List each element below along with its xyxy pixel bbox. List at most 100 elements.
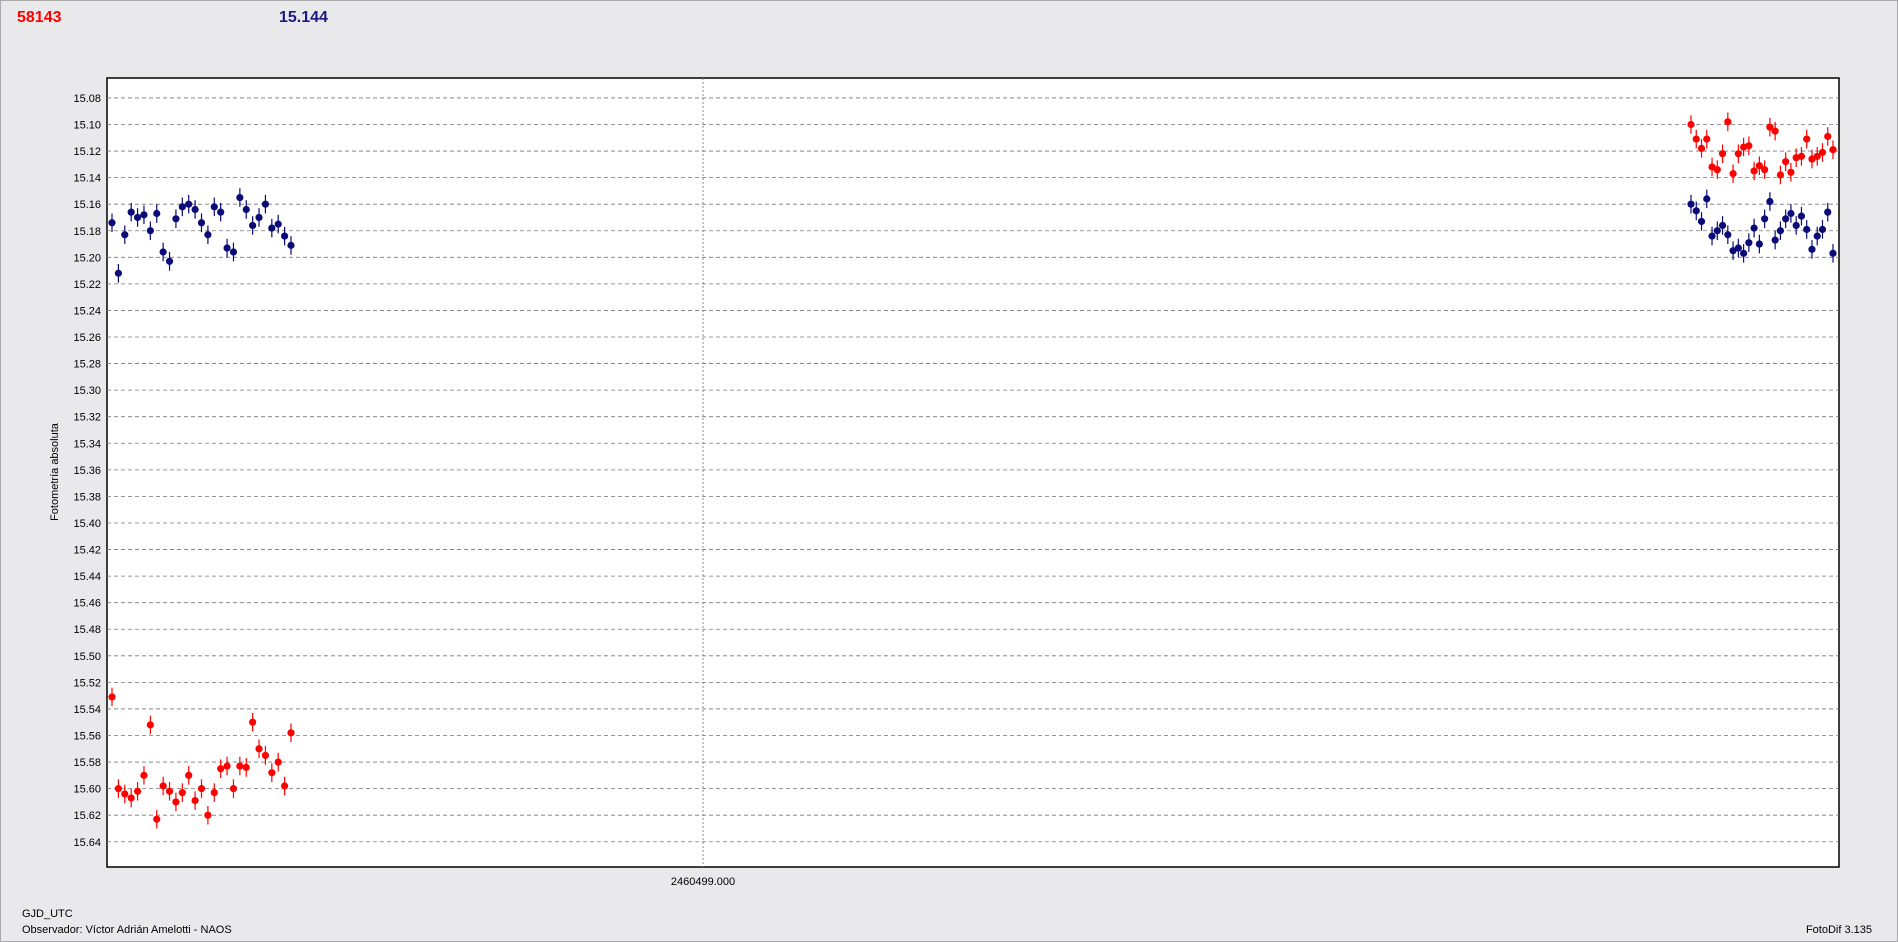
data-point (127, 794, 135, 802)
data-point (1813, 232, 1821, 240)
data-point (172, 215, 180, 223)
data-point (1782, 215, 1790, 223)
y-tick-label: 15.14 (73, 173, 101, 185)
data-point (223, 762, 231, 770)
data-point (133, 787, 142, 795)
data-point (1729, 170, 1737, 178)
y-axis-label: Fotometría absoluta (49, 422, 61, 521)
data-point (1703, 195, 1711, 203)
data-point (133, 213, 142, 222)
y-tick-label: 15.18 (73, 226, 101, 238)
x-axis-name: GJD_UTC (22, 908, 73, 920)
data-point (185, 200, 193, 208)
data-point (172, 798, 180, 806)
data-point (1787, 168, 1795, 176)
data-point (140, 771, 148, 779)
data-point (140, 211, 148, 219)
y-tick-label: 15.46 (73, 598, 101, 610)
data-point (210, 203, 218, 211)
data-point (1703, 135, 1711, 143)
data-point (1808, 245, 1816, 253)
data-point (1713, 227, 1721, 235)
data-point (1824, 132, 1832, 141)
data-point (114, 269, 122, 277)
data-point (1761, 166, 1769, 174)
data-point (1687, 120, 1695, 129)
y-tick-label: 15.08 (73, 93, 101, 105)
data-point (185, 771, 193, 779)
data-point (1708, 232, 1716, 240)
data-point (191, 205, 199, 214)
data-point (121, 790, 129, 798)
data-point (1803, 225, 1811, 234)
data-point (217, 208, 225, 216)
data-point (1771, 127, 1779, 135)
data-point (159, 248, 167, 256)
data-point (249, 221, 257, 230)
data-point (191, 796, 199, 805)
data-point (1750, 167, 1758, 175)
y-tick-label: 15.62 (73, 810, 101, 822)
y-tick-label: 15.36 (73, 465, 101, 477)
data-point (249, 718, 257, 726)
data-point (287, 241, 295, 249)
y-tick-label: 15.54 (73, 704, 101, 716)
data-point (281, 232, 289, 240)
y-tick-label: 15.10 (73, 119, 101, 131)
data-point (146, 227, 154, 235)
data-point (229, 248, 238, 256)
data-point (1713, 166, 1721, 174)
data-point (1734, 244, 1742, 252)
y-tick-label: 15.16 (73, 199, 101, 211)
data-point (217, 765, 225, 773)
data-point (236, 193, 244, 202)
data-point (242, 205, 250, 214)
y-tick-label: 15.40 (73, 518, 101, 530)
data-point (114, 785, 122, 793)
data-point (1734, 150, 1742, 158)
data-point (255, 745, 263, 753)
data-point (159, 782, 167, 790)
data-point (261, 200, 270, 208)
light-curve-chart: 15.08 15.10 15.12 15.14 15.16 15.18 15.20 15.22… (49, 77, 1840, 888)
data-point (121, 231, 129, 239)
y-tick-label: 15.60 (73, 784, 101, 796)
software-version: FotoDif 3.135 (1805, 924, 1872, 936)
data-point (1697, 217, 1706, 226)
data-point (108, 693, 116, 701)
data-point (204, 231, 212, 239)
plot-area (106, 77, 1840, 868)
data-point (165, 787, 174, 795)
data-point (229, 785, 238, 793)
y-tick-label: 15.52 (73, 677, 101, 689)
y-tick-label: 15.64 (73, 837, 101, 849)
data-point (197, 785, 206, 793)
y-tick-label: 15.48 (73, 624, 101, 636)
data-point (1718, 150, 1727, 158)
data-point (242, 763, 250, 771)
y-tick-label: 15.12 (73, 146, 101, 158)
data-point (1718, 221, 1727, 230)
data-point (153, 209, 161, 218)
data-point (236, 762, 244, 770)
y-tick-label: 15.50 (73, 651, 101, 663)
data-point (165, 257, 174, 265)
data-point (1692, 135, 1700, 143)
data-point (1776, 171, 1785, 179)
data-point (1829, 146, 1837, 154)
data-point (268, 224, 276, 232)
data-point (1787, 209, 1795, 218)
data-point (1797, 212, 1806, 220)
data-point (1745, 239, 1753, 247)
data-point (223, 244, 231, 252)
y-tick-label: 15.38 (73, 491, 101, 503)
data-point (1818, 148, 1827, 156)
data-point (1797, 152, 1806, 160)
data-point (261, 751, 270, 760)
data-point (1829, 249, 1837, 257)
data-point (1782, 158, 1790, 166)
data-point (1792, 221, 1800, 230)
data-point (1724, 231, 1732, 239)
data-point (146, 721, 154, 729)
observer-credit: Observador: Víctor Adrián Amelotti - NAO… (22, 924, 232, 936)
